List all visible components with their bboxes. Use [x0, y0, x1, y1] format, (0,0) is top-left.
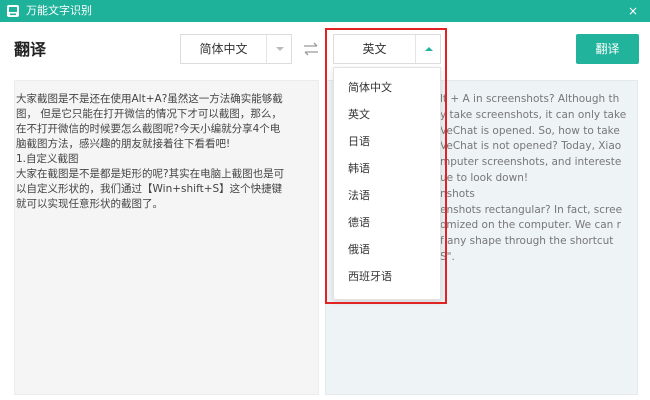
language-option-ja[interactable]: 日语 [348, 132, 370, 152]
translation-text: lt + A in screenshots? Although th y tak… [440, 93, 627, 263]
target-language-select[interactable]: 英文 [333, 34, 441, 64]
target-dropdown-arrow[interactable] [415, 35, 441, 63]
language-option-en[interactable]: 英文 [348, 105, 370, 125]
source-dropdown-arrow[interactable] [266, 35, 292, 63]
source-language-value: 简体中文 [199, 42, 248, 56]
language-option-de[interactable]: 德语 [348, 213, 370, 233]
window-title: 万能文字识别 [26, 4, 92, 17]
translate-button[interactable]: 翻译 [576, 34, 639, 64]
title-bar: 万能文字识别 × [0, 0, 650, 22]
page-title: 翻译 [14, 40, 47, 59]
language-option-ko[interactable]: 韩语 [348, 159, 370, 179]
app-logo-icon [7, 5, 19, 17]
caret-down-icon [276, 47, 284, 51]
language-option-fr[interactable]: 法语 [348, 186, 370, 206]
swap-languages-icon[interactable] [302, 40, 320, 58]
caret-up-icon [425, 47, 433, 51]
language-option-zh-hans[interactable]: 简体中文 [348, 78, 392, 98]
close-icon[interactable]: × [628, 3, 638, 19]
source-language-select[interactable]: 简体中文 [180, 34, 292, 64]
language-dropdown-menu: 简体中文 英文 日语 韩语 法语 德语 俄语 西班牙语 [333, 67, 441, 300]
language-option-ru[interactable]: 俄语 [348, 240, 370, 260]
target-language-value: 英文 [362, 42, 387, 56]
source-text: 大家截图是不是还在使用Alt+A?虽然这一方法确实能够截 图， 但是它只能在打开… [16, 93, 285, 210]
language-option-es[interactable]: 西班牙语 [348, 267, 392, 287]
